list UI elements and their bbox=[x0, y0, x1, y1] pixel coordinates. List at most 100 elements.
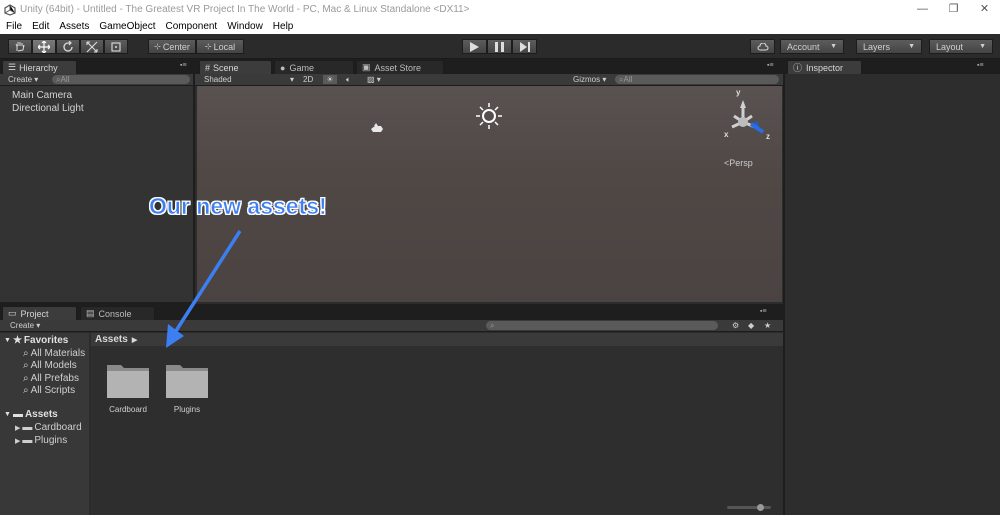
favorite-label: All Prefabs bbox=[30, 373, 79, 384]
tab-hierarchy[interactable]: ☰ Hierarchy bbox=[2, 60, 77, 74]
hand-tool-button[interactable] bbox=[8, 39, 32, 54]
folder-label-cardboard[interactable]: Cardboard bbox=[98, 405, 158, 414]
scene-search-input[interactable]: ⌕All bbox=[615, 75, 779, 84]
tree-folder-cardboard[interactable]: ▶ ▬ Cardboard bbox=[15, 422, 82, 433]
scale-tool-button[interactable] bbox=[80, 39, 104, 54]
rect-tool-button[interactable] bbox=[104, 39, 128, 54]
scene-lighting-toggle[interactable]: ☀ bbox=[323, 75, 337, 84]
hierarchy-search-input[interactable]: ⌕All bbox=[52, 75, 190, 84]
assets-root[interactable]: ▼ ▬ Assets bbox=[4, 409, 58, 420]
lock-icon[interactable]: ▪≡ bbox=[977, 62, 984, 69]
scene-effects-dropdown[interactable]: ▨ ▾ bbox=[367, 75, 381, 84]
menu-help[interactable]: Help bbox=[269, 21, 298, 32]
projection-toggle[interactable]: <Persp bbox=[724, 158, 753, 168]
inspector-panel: ⓘ Inspector ▪≡ bbox=[785, 60, 1000, 515]
favorite-label: All Models bbox=[30, 360, 77, 371]
hierarchy-create-dropdown[interactable]: Create ▾ bbox=[8, 75, 38, 84]
folder-icon-plugins[interactable] bbox=[165, 361, 209, 399]
pivot-icon: ⊹ bbox=[154, 42, 161, 51]
filter-by-type-icon[interactable]: ⚙ bbox=[732, 321, 739, 330]
title-bar: Unity (64bit) - Untitled - The Greatest … bbox=[0, 0, 1000, 19]
menu-edit[interactable]: Edit bbox=[28, 21, 53, 32]
project-folder-tree: ▼ ★ Favorites ⌕ All Materials ⌕ All Models ⌕… bbox=[0, 333, 89, 515]
project-tab-icon: ▭ bbox=[8, 308, 17, 318]
folder-icon: ▬ bbox=[22, 422, 33, 433]
menu-component[interactable]: Component bbox=[162, 21, 222, 32]
favorite-all-materials[interactable]: ⌕ All Materials bbox=[23, 348, 85, 359]
play-button[interactable] bbox=[462, 39, 487, 54]
favorite-all-models[interactable]: ⌕ All Models bbox=[23, 360, 77, 371]
rotate-tool-button[interactable] bbox=[56, 39, 80, 54]
pivot-center-toggle[interactable]: ⊹ Center bbox=[148, 39, 196, 54]
camera-gizmo-icon[interactable] bbox=[369, 123, 385, 135]
move-arrows-icon bbox=[38, 40, 50, 53]
window-title: Unity (64bit) - Untitled - The Greatest … bbox=[20, 4, 470, 15]
tab-project[interactable]: ▭ Project bbox=[2, 306, 77, 320]
maximize-button[interactable]: ❐ bbox=[938, 0, 969, 19]
folder-icon-cardboard[interactable] bbox=[106, 361, 150, 399]
console-tab-label: Console bbox=[98, 308, 132, 319]
layers-label: Layers bbox=[863, 41, 891, 52]
hierarchy-tab-label: Hierarchy bbox=[19, 62, 58, 73]
search-icon: ⌕ bbox=[23, 373, 29, 384]
tab-asset-store[interactable]: ▣ Asset Store bbox=[356, 60, 444, 74]
tab-inspector[interactable]: ⓘ Inspector bbox=[787, 60, 862, 74]
asset-store-tab-icon: ▣ bbox=[362, 62, 371, 72]
step-button[interactable] bbox=[512, 39, 537, 54]
slider-thumb[interactable] bbox=[757, 504, 764, 511]
main-toolbar: ⊹ Center ⊹ Local Account ▼ Layers ▼ Layout bbox=[0, 34, 1000, 59]
tab-game[interactable]: ● Game bbox=[274, 60, 354, 74]
asset-store-tab-label: Asset Store bbox=[374, 62, 422, 73]
project-create-dropdown[interactable]: Create ▾ bbox=[10, 321, 40, 330]
folder-label-plugins[interactable]: Plugins bbox=[157, 405, 217, 414]
account-dropdown[interactable]: Account ▼ bbox=[780, 39, 844, 54]
move-tool-button[interactable] bbox=[32, 39, 56, 54]
sun-light-icon[interactable] bbox=[476, 103, 502, 129]
favorite-all-scripts[interactable]: ⌕ All Scripts bbox=[23, 385, 75, 396]
pivot-local-toggle[interactable]: ⊹ Local bbox=[196, 39, 244, 54]
menu-gameobject[interactable]: GameObject bbox=[95, 21, 159, 32]
scene-audio-toggle[interactable]: 🔈︎ bbox=[346, 75, 351, 85]
annotation-callout: Our new assets! bbox=[149, 193, 327, 220]
favorite-all-prefabs[interactable]: ⌕ All Prefabs bbox=[23, 373, 79, 384]
project-search-input[interactable]: ⌕ bbox=[486, 321, 718, 330]
cloud-services-button[interactable] bbox=[750, 39, 775, 54]
panel-menu-icon[interactable]: ▪≡ bbox=[760, 308, 767, 315]
menu-assets[interactable]: Assets bbox=[55, 21, 93, 32]
orientation-gizmo[interactable]: y x z bbox=[722, 88, 777, 148]
tab-console[interactable]: ▤ Console bbox=[80, 306, 155, 320]
dropdown-arrow-icon: ▼ bbox=[908, 43, 915, 50]
favorites-header[interactable]: ▼ ★ Favorites bbox=[4, 335, 68, 346]
assets-root-label: Assets bbox=[24, 409, 58, 420]
hierarchy-item-directional-light[interactable]: Directional Light bbox=[12, 103, 84, 114]
asset-size-slider[interactable] bbox=[727, 504, 771, 511]
collapse-arrow-icon: ▼ bbox=[4, 411, 11, 418]
tree-folder-plugins[interactable]: ▶ ▬ Plugins bbox=[15, 435, 67, 446]
game-tab-icon: ● bbox=[280, 62, 286, 73]
filter-by-label-icon[interactable]: ◆ bbox=[748, 321, 754, 330]
close-button[interactable]: ✕ bbox=[969, 0, 1000, 19]
gizmos-dropdown[interactable]: Gizmos ▾ bbox=[573, 75, 606, 84]
hierarchy-item-main-camera[interactable]: Main Camera bbox=[12, 90, 72, 101]
unity-logo-icon bbox=[4, 3, 16, 16]
minimize-button[interactable]: — bbox=[907, 0, 938, 19]
panel-menu-icon[interactable]: ▪≡ bbox=[767, 62, 774, 69]
pause-button[interactable] bbox=[487, 39, 512, 54]
favorite-star-icon[interactable]: ★ bbox=[764, 321, 771, 330]
menu-file[interactable]: File bbox=[2, 21, 26, 32]
panel-menu-icon[interactable]: ▪≡ bbox=[180, 62, 187, 69]
tree-folder-label: Cardboard bbox=[34, 422, 82, 433]
favorites-label: Favorites bbox=[23, 335, 69, 346]
scene-tab-label: Scene bbox=[213, 62, 239, 73]
tab-scene[interactable]: # Scene bbox=[199, 60, 272, 74]
layout-dropdown[interactable]: Layout ▼ bbox=[929, 39, 993, 54]
breadcrumb-assets[interactable]: Assets bbox=[95, 334, 128, 345]
tree-folder-label: Plugins bbox=[34, 435, 68, 446]
layers-dropdown[interactable]: Layers ▼ bbox=[856, 39, 922, 54]
2d-mode-toggle[interactable]: 2D bbox=[303, 75, 313, 84]
search-icon: ⌕ bbox=[23, 360, 29, 371]
menu-window[interactable]: Window bbox=[223, 21, 267, 32]
scene-tab-icon: # bbox=[205, 62, 211, 73]
search-icon: ⌕ bbox=[490, 321, 495, 330]
shading-mode-dropdown[interactable]: Shaded ▾ bbox=[204, 75, 294, 84]
